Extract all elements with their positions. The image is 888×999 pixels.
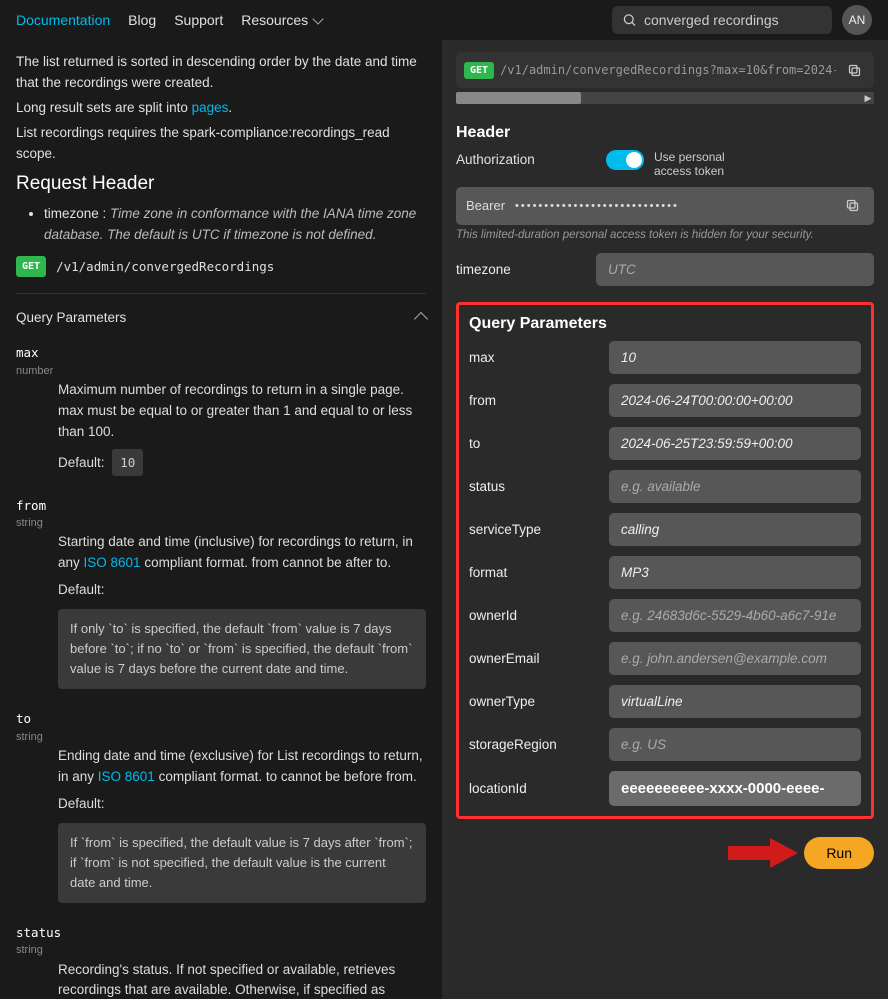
request-header-heading: Request Header — [16, 169, 426, 198]
doc-text: List recordings requires the spark-compl… — [16, 123, 426, 165]
default-value: 10 — [112, 449, 143, 476]
to-input[interactable] — [609, 427, 861, 460]
owneremail-input[interactable] — [609, 642, 861, 675]
locationid-label: locationId — [469, 781, 609, 796]
search-input[interactable] — [644, 12, 822, 28]
run-button[interactable]: Run — [804, 837, 874, 869]
copy-token-button[interactable] — [840, 194, 864, 218]
to-label: to — [469, 436, 609, 451]
bearer-label: Bearer — [466, 198, 505, 213]
endpoint-row: GET /v1/admin/convergedRecordings — [16, 256, 426, 278]
url-scrollbar[interactable]: ◀▶ — [456, 92, 874, 104]
param-desc: Maximum number of recordings to return i… — [58, 382, 412, 439]
ownerid-label: ownerId — [469, 608, 609, 623]
doc-text: Long result sets are split into pages. — [16, 98, 426, 119]
top-bar: Documentation Blog Support Resources AN — [0, 0, 888, 40]
param-name-to: to — [16, 709, 426, 728]
from-input[interactable] — [609, 384, 861, 417]
default-note: If only `to` is specified, the default `… — [58, 609, 426, 689]
owneremail-label: ownerEmail — [469, 651, 609, 666]
pages-link[interactable]: pages — [192, 100, 229, 115]
status-label: status — [469, 479, 609, 494]
request-url: /v1/admin/convergedRecordings?max=10&fro… — [500, 63, 836, 77]
param-name-max: max — [16, 343, 426, 362]
query-params-toggle[interactable]: Query Parameters — [16, 293, 426, 343]
max-label: max — [469, 350, 609, 365]
get-badge: GET — [464, 62, 494, 79]
header-section-title: Header — [456, 124, 874, 142]
param-desc: Recording's status. If not specified or … — [58, 962, 414, 999]
get-badge: GET — [16, 256, 46, 278]
ownertype-label: ownerType — [469, 694, 609, 709]
status-input[interactable] — [609, 470, 861, 503]
iso-link[interactable]: ISO 8601 — [84, 555, 141, 570]
token-hidden: •••••••••••••••••••••••••••• — [515, 200, 830, 212]
from-label: from — [469, 393, 609, 408]
timezone-label: timezone — [456, 262, 596, 277]
timezone-bullet: timezone : Time zone in conformance with… — [44, 204, 426, 246]
endpoint-path: /v1/admin/convergedRecordings — [56, 257, 274, 276]
param-type: string — [16, 942, 426, 959]
timezone-link[interactable]: Time zone — [110, 206, 173, 221]
doc-text: The list returned is sorted in descendin… — [16, 52, 426, 94]
max-input[interactable] — [609, 341, 861, 374]
toggle-label: Use personal access token — [654, 150, 754, 179]
auth-label: Authorization — [456, 150, 596, 167]
bearer-row: Bearer •••••••••••••••••••••••••••• — [456, 187, 874, 225]
nav-resources[interactable]: Resources — [241, 12, 322, 28]
search-box[interactable] — [612, 6, 832, 34]
url-preview: GET /v1/admin/convergedRecordings?max=10… — [456, 52, 874, 88]
query-params-title: Query Parameters — [469, 315, 861, 333]
avatar[interactable]: AN — [842, 5, 872, 35]
timezone-input[interactable] — [596, 253, 874, 286]
doc-panel: The list returned is sorted in descendin… — [0, 40, 442, 999]
param-desc: Ending date and time (exclusive) for Lis… — [58, 748, 423, 784]
arrow-annotation-icon — [728, 838, 798, 868]
format-input[interactable] — [609, 556, 861, 589]
param-type: string — [16, 515, 426, 532]
ownerid-input[interactable] — [609, 599, 861, 632]
copy-icon — [847, 63, 862, 78]
iso-link[interactable]: ISO 8601 — [98, 769, 155, 784]
main-nav: Documentation Blog Support Resources — [16, 12, 322, 28]
servicetype-input[interactable] — [609, 513, 861, 546]
copy-url-button[interactable] — [842, 58, 866, 82]
servicetype-label: serviceType — [469, 522, 609, 537]
locationid-input[interactable] — [609, 771, 861, 806]
chevron-down-icon — [312, 14, 323, 25]
search-icon — [622, 13, 638, 28]
storageregion-label: storageRegion — [469, 737, 609, 752]
token-toggle[interactable] — [606, 150, 644, 170]
format-label: format — [469, 565, 609, 580]
highlighted-params-box: Query Parameters max from to status serv… — [456, 302, 874, 819]
storageregion-input[interactable] — [609, 728, 861, 761]
param-desc: Starting date and time (inclusive) for r… — [58, 534, 413, 570]
default-note: If `from` is specified, the default valu… — [58, 823, 426, 903]
copy-icon — [845, 198, 860, 213]
try-it-panel: GET /v1/admin/convergedRecordings?max=10… — [442, 40, 888, 999]
ownertype-select[interactable] — [609, 685, 861, 718]
token-hint: This limited-duration personal access to… — [456, 229, 874, 241]
nav-blog[interactable]: Blog — [128, 12, 156, 28]
param-type: string — [16, 729, 426, 746]
param-type: number — [16, 363, 426, 380]
param-name-from: from — [16, 496, 426, 515]
chevron-up-icon — [414, 312, 428, 326]
nav-support[interactable]: Support — [174, 12, 223, 28]
param-name-status: status — [16, 923, 426, 942]
nav-documentation[interactable]: Documentation — [16, 12, 110, 28]
